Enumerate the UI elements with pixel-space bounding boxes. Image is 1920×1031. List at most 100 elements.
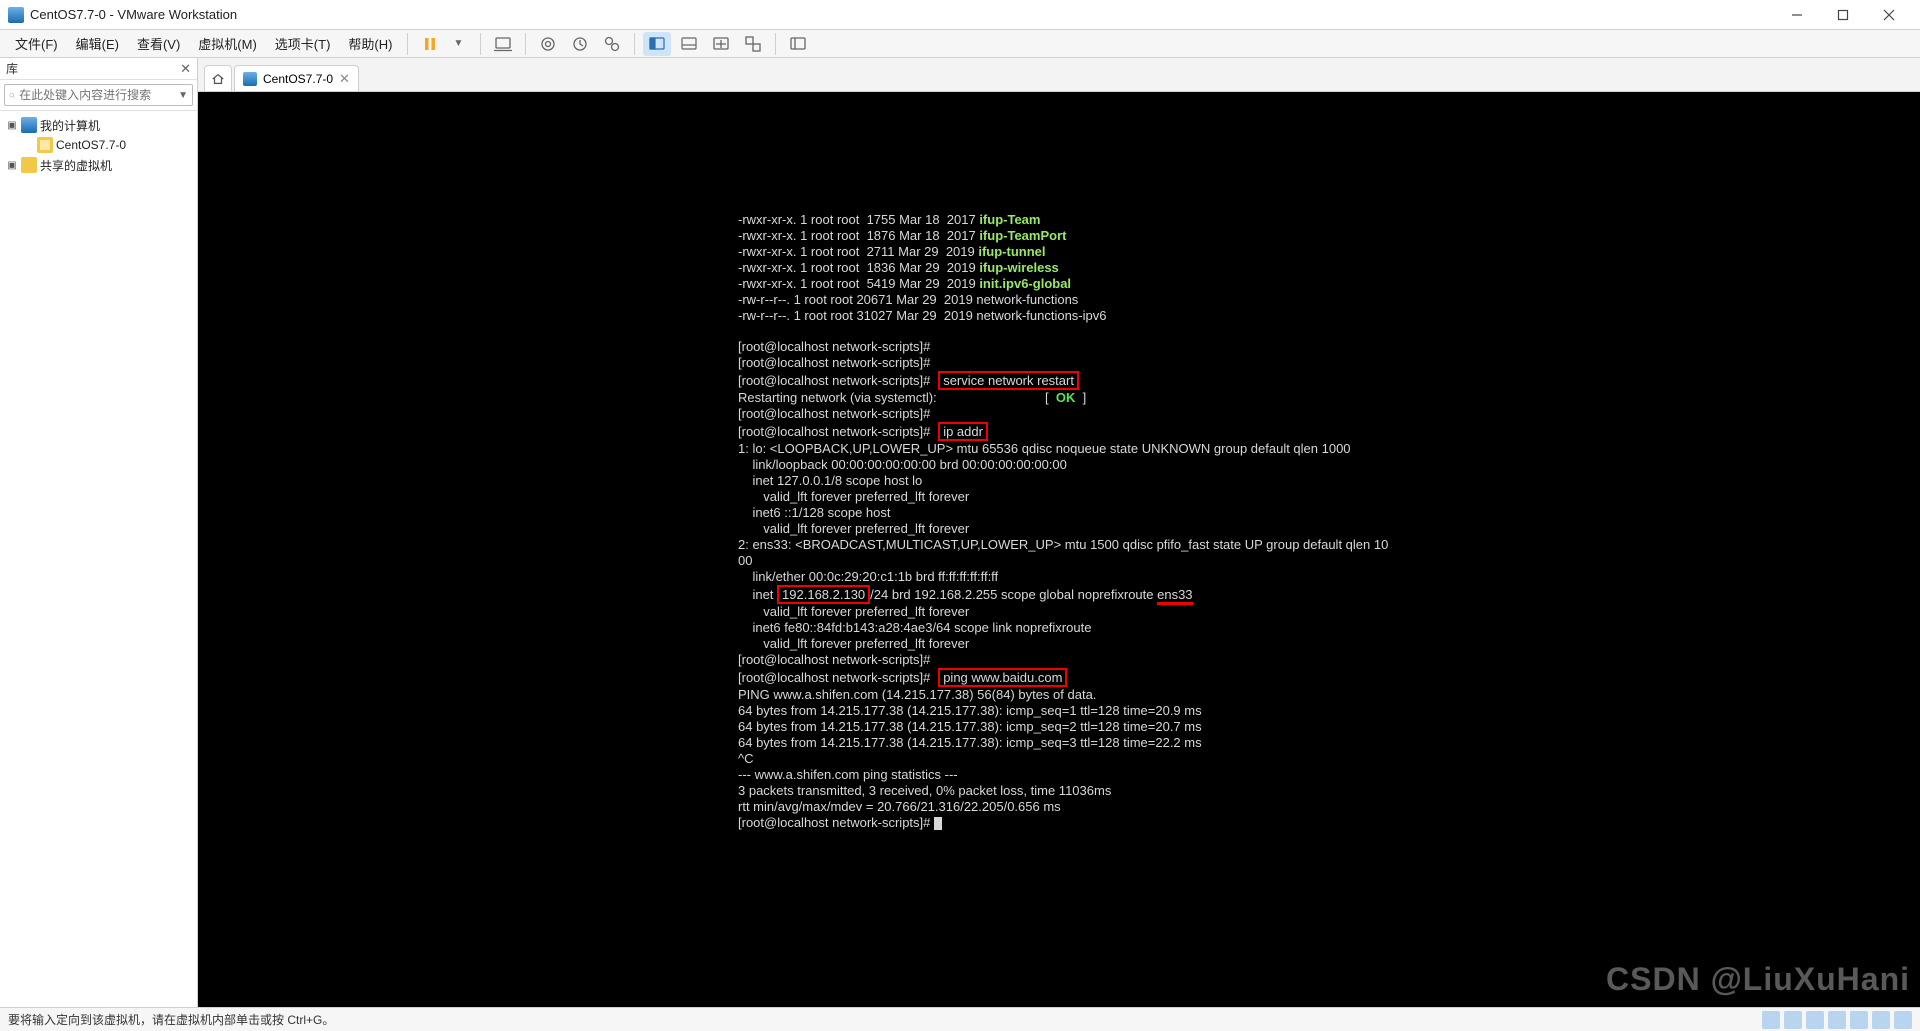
shared-icon xyxy=(21,157,37,173)
tree-root-my-computer[interactable]: ▣ 我的计算机 xyxy=(0,115,197,135)
tree-vm-centos[interactable]: CentOS7.7-0 xyxy=(0,135,197,155)
library-search: ▼ xyxy=(0,80,197,111)
menu-vm[interactable]: 虚拟机(M) xyxy=(189,31,266,56)
terminal-pad xyxy=(937,390,1045,405)
status-hint: 要将输入定向到该虚拟机，请在虚拟机内部单击或按 Ctrl+G。 xyxy=(8,1011,1762,1028)
separator xyxy=(634,33,635,55)
terminal-line: [root@localhost network-scripts]# xyxy=(738,652,930,667)
terminal-line: [root@localhost network-scripts]# xyxy=(738,355,930,370)
ls-name: ifup-TeamPort xyxy=(979,228,1066,243)
home-tab[interactable] xyxy=(204,65,232,91)
tree-label: 共享的虚拟机 xyxy=(40,157,112,174)
device-icon[interactable] xyxy=(1784,1011,1802,1029)
ls-perm: -rwxr-xr-x. 1 root root 1876 Mar 18 2017 xyxy=(738,228,979,243)
watermark: CSDN @LiuXuHani xyxy=(1606,972,1910,987)
library-search-box[interactable]: ▼ xyxy=(4,84,193,106)
library-panel: 库 ✕ ▼ ▣ 我的计算机 CentOS7.7-0 ▣ 共享的虚 xyxy=(0,58,198,1007)
view-thumbnail-button[interactable] xyxy=(675,32,703,56)
menu-view[interactable]: 查看(V) xyxy=(128,31,189,56)
menubar: 文件(F) 编辑(E) 查看(V) 虚拟机(M) 选项卡(T) 帮助(H) ▼ xyxy=(0,30,1920,58)
unity-button[interactable] xyxy=(739,32,767,56)
tree-shared-vms[interactable]: ▣ 共享的虚拟机 xyxy=(0,155,197,175)
status-device-icons xyxy=(1762,1011,1912,1029)
library-header: 库 ✕ xyxy=(0,58,197,80)
menu-edit[interactable]: 编辑(E) xyxy=(67,31,128,56)
tree-label: 我的计算机 xyxy=(40,117,100,134)
close-button[interactable] xyxy=(1866,0,1912,30)
statusbar: 要将输入定向到该虚拟机，请在虚拟机内部单击或按 Ctrl+G。 xyxy=(0,1007,1920,1031)
expand-icon[interactable]: ▣ xyxy=(6,160,18,171)
fullscreen-button[interactable] xyxy=(707,32,735,56)
ls-perm: -rwxr-xr-x. 1 root root 1836 Mar 29 2019 xyxy=(738,260,979,275)
terminal-block: 1: lo: <LOOPBACK,UP,LOWER_UP> mtu 65536 … xyxy=(738,441,1388,584)
terminal-line: Restarting network (via systemctl): xyxy=(738,390,937,405)
view-console-button[interactable] xyxy=(643,32,671,56)
separator xyxy=(775,33,776,55)
minimize-button[interactable] xyxy=(1774,0,1820,30)
terminal-line: [root@localhost network-scripts]# xyxy=(738,339,930,354)
terminal-prompt: [root@localhost network-scripts]# xyxy=(738,670,930,685)
tabstrip: CentOS7.7-0 ✕ xyxy=(198,58,1920,92)
computer-icon xyxy=(21,117,37,133)
ok-text: OK xyxy=(1056,390,1076,405)
device-icon[interactable] xyxy=(1850,1011,1868,1029)
ip-highlight: 192.168.2.130 xyxy=(777,585,870,604)
search-dropdown-icon[interactable]: ▼ xyxy=(178,90,188,101)
snapshot-button[interactable] xyxy=(534,32,562,56)
ls-perm: -rw-r--r--. 1 root root 20671 Mar 29 201… xyxy=(738,292,976,307)
inet-mid: /24 brd 192.168.2.255 scope global nopre… xyxy=(870,587,1157,602)
app-icon xyxy=(8,7,24,23)
ls-perm: -rwxr-xr-x. 1 root root 1755 Mar 18 2017 xyxy=(738,212,979,227)
window-titlebar: CentOS7.7-0 - VMware Workstation xyxy=(0,0,1920,30)
terminal-prompt: [root@localhost network-scripts]# xyxy=(738,373,930,388)
terminal-prompt: [root@localhost network-scripts]# xyxy=(738,424,930,439)
device-icon[interactable] xyxy=(1828,1011,1846,1029)
device-icon[interactable] xyxy=(1894,1011,1912,1029)
power-dropdown[interactable]: ▼ xyxy=(444,32,472,56)
library-title: 库 xyxy=(6,60,18,77)
main-area: 库 ✕ ▼ ▣ 我的计算机 CentOS7.7-0 ▣ 共享的虚 xyxy=(0,58,1920,1007)
device-icon[interactable] xyxy=(1872,1011,1890,1029)
vm-tab-icon xyxy=(243,72,257,86)
send-ctrl-alt-del-button[interactable] xyxy=(489,32,517,56)
library-tree: ▣ 我的计算机 CentOS7.7-0 ▣ 共享的虚拟机 xyxy=(0,111,197,1007)
cursor xyxy=(934,817,942,830)
menu-file[interactable]: 文件(F) xyxy=(6,31,67,56)
vm-console[interactable]: -rwxr-xr-x. 1 root root 1755 Mar 18 2017… xyxy=(198,92,1920,1007)
pause-vm-button[interactable] xyxy=(416,32,444,56)
window-title: CentOS7.7-0 - VMware Workstation xyxy=(30,7,1774,22)
ls-perm: -rwxr-xr-x. 1 root root 2711 Mar 29 2019 xyxy=(738,244,978,259)
inet-pre: inet xyxy=(738,587,777,602)
device-icon[interactable] xyxy=(1806,1011,1824,1029)
ls-perm: -rw-r--r--. 1 root root 31027 Mar 29 201… xyxy=(738,308,976,323)
ls-name: network-functions xyxy=(976,292,1078,307)
device-icon[interactable] xyxy=(1762,1011,1780,1029)
iface-highlight: ens33 xyxy=(1157,587,1192,605)
vm-tab-centos[interactable]: CentOS7.7-0 ✕ xyxy=(234,65,359,91)
tree-label: CentOS7.7-0 xyxy=(56,138,126,152)
ls-name: network-functions-ipv6 xyxy=(976,308,1106,323)
expand-icon[interactable]: ▣ xyxy=(6,120,18,131)
menu-tabs[interactable]: 选项卡(T) xyxy=(266,31,340,56)
ls-name: ifup-wireless xyxy=(979,260,1058,275)
library-toggle-button[interactable] xyxy=(784,32,812,56)
terminal-prompt: [root@localhost network-scripts]# xyxy=(738,815,934,830)
revert-snapshot-button[interactable] xyxy=(566,32,594,56)
separator xyxy=(480,33,481,55)
maximize-button[interactable] xyxy=(1820,0,1866,30)
command-highlight: service network restart xyxy=(938,371,1079,390)
terminal-line: [root@localhost network-scripts]# xyxy=(738,406,930,421)
ls-name: ifup-tunnel xyxy=(978,244,1045,259)
terminal-block: valid_lft forever preferred_lft forever … xyxy=(738,604,1095,651)
terminal-block: PING www.a.shifen.com (14.215.177.38) 56… xyxy=(738,687,1202,814)
library-close-button[interactable]: ✕ xyxy=(180,61,191,77)
snapshot-manager-button[interactable] xyxy=(598,32,626,56)
separator xyxy=(525,33,526,55)
menu-help[interactable]: 帮助(H) xyxy=(339,31,401,56)
vm-icon xyxy=(37,137,53,153)
ls-name: ifup-Team xyxy=(979,212,1040,227)
library-search-input[interactable] xyxy=(15,88,178,102)
separator xyxy=(407,33,408,55)
vm-tab-close-button[interactable]: ✕ xyxy=(339,71,350,87)
command-highlight: ping www.baidu.com xyxy=(938,668,1067,687)
